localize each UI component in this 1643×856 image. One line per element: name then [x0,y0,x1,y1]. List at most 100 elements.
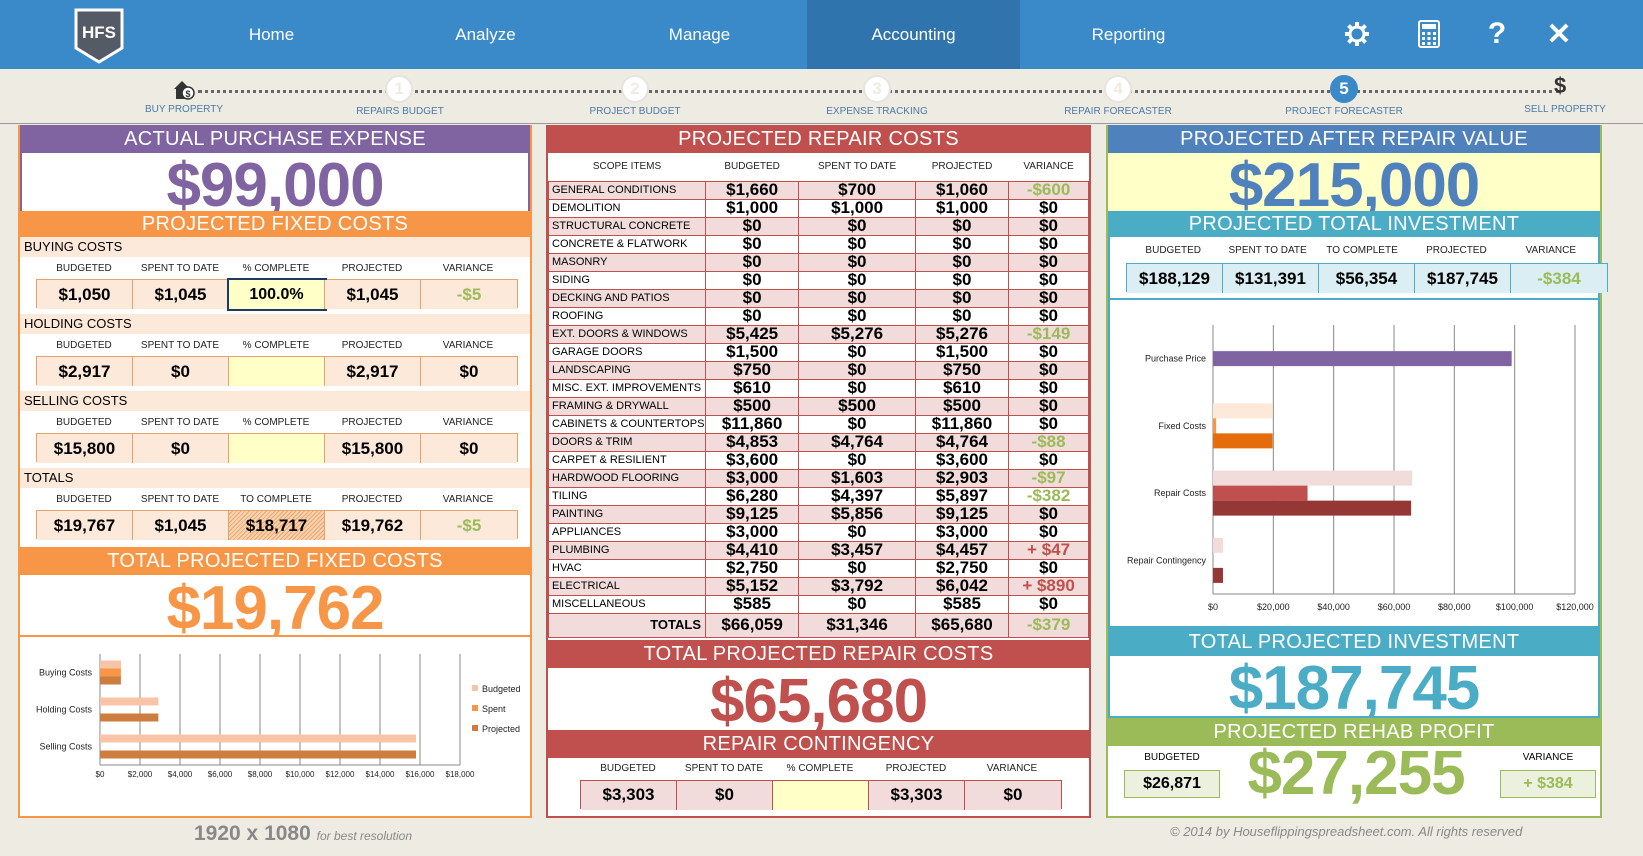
legend-label: Spent [482,704,506,714]
nav-analyze[interactable]: Analyze [379,0,592,69]
bar-budgeted [100,697,159,706]
value-budgeted: $2,917 [37,357,133,386]
cell-variance: -$382 [1008,486,1089,506]
cell-budgeted: $2,750 [704,558,800,578]
cell-projected: $4,457 [914,540,1010,560]
bar-projected [1213,433,1273,449]
contingency-spent: $0 [677,780,773,810]
column-head: SPENT TO DATE [140,262,220,274]
fixed-costs-header: PROJECTED FIXED COSTS [20,211,530,237]
cell-budgeted: $0 [704,216,800,236]
cell-variance: $0 [1008,378,1089,398]
column-head: PROJECTED [341,339,403,351]
section-column-heads: BUDGETED SPENT TO DATE % COMPLETE PROJECTED… [20,257,530,279]
step-label-repairs-budget[interactable]: REPAIRS BUDGET [356,106,444,117]
bar-spent [1213,418,1217,434]
investment-budgeted: $188,129 [1127,264,1223,293]
dollar-icon[interactable]: $ [1554,73,1566,99]
repair-row: MISC. EXT. IMPROVEMENTS $610 $0 $610 $0 [548,378,1089,398]
step-label-repair-forecaster[interactable]: REPAIR FORECASTER [1064,106,1172,117]
left-panel: ACTUAL PURCHASE EXPENSE $99,000 PROJECTE… [18,125,532,818]
repair-contingency-header: REPAIR CONTINGENCY [548,729,1089,758]
gear-icon[interactable] [1341,18,1373,50]
section-label: TOTALS [20,468,530,488]
percent-complete-input[interactable] [229,434,325,463]
house-dollar-icon[interactable]: $ [172,79,196,101]
step-label-sell-property[interactable]: SELL PROPERTY [1524,104,1606,115]
repair-row: FRAMING & DRYWALL $500 $500 $500 $0 [548,396,1089,416]
value-spent: $0 [133,357,229,386]
column-head: BUDGETED [56,339,112,351]
profit-budgeted-label: BUDGETED [1144,752,1200,763]
arv-header: PROJECTED AFTER REPAIR VALUE [1108,125,1600,153]
fixed-cost-sections: BUYING COSTS BUDGETED SPENT TO DATE % COMPL… [20,237,530,540]
nav-home[interactable]: Home [165,0,378,69]
section-values: $1,050 $1,045 100.0% $1,045 -$5 [36,278,518,311]
svg-text:HFS: HFS [82,23,116,42]
legend-swatch [472,705,478,711]
step-5-circle[interactable]: 5 [1330,75,1358,103]
percent-complete-input[interactable] [229,357,325,386]
step-label-expense-tracking[interactable]: EXPENSE TRACKING [826,106,928,117]
column-head: BUDGETED [56,493,112,505]
value-projected: $19,762 [325,511,421,540]
cell-projected: $5,897 [914,486,1010,506]
total-projected-investment-header: TOTAL PROJECTED INVESTMENT [1110,628,1598,656]
cell-projected: $2,903 [914,468,1010,488]
investment-head: VARIANCE [1525,244,1577,256]
repair-row: HARDWOOD FLOORING $3,000 $1,603 $2,903 -$97 [548,468,1089,488]
cell-scope-item: HARDWOOD FLOORING [548,468,706,488]
repair-row: DEMOLITION $1,000 $1,000 $1,000 $0 [548,198,1089,218]
total-projected: $65,680 [914,612,1010,638]
column-head: SPENT TO DATE [140,493,220,505]
cell-budgeted: $5,152 [704,576,800,596]
cell-budgeted: $4,853 [704,432,800,452]
cell-budgeted: $0 [704,306,800,326]
step-4-circle[interactable]: 4 [1104,75,1132,103]
section-values: $15,800 $0 $15,800 $0 [36,433,518,463]
cell-variance: + $47 [1008,540,1089,560]
step-1-circle[interactable]: 1 [385,75,413,103]
bar-budgeted [100,660,121,669]
arv-value[interactable]: $215,000 [1108,153,1600,211]
step-3-circle[interactable]: 3 [863,75,891,103]
fixed-costs-chart: $0 $2,000 $4,000 $6,000 $8,000 $10,000 $12,000… [36,654,521,779]
cell-budgeted: $9,125 [704,504,800,524]
cell-spent-to-date: $0 [798,288,916,308]
help-icon[interactable]: ? [1481,17,1513,50]
cell-spent-to-date: $700 [798,180,916,200]
step-label-project-budget[interactable]: PROJECT BUDGET [590,106,681,117]
calculator-icon[interactable] [1413,18,1445,50]
contingency-percent-complete-input[interactable] [773,780,869,810]
nav-accounting[interactable]: Accounting [807,0,1020,69]
step-label-buy-property[interactable]: BUY PROPERTY [145,104,223,115]
cell-scope-item: LANDSCAPING [548,360,706,380]
investment-head: SPENT TO DATE [1228,244,1307,256]
nav-reporting[interactable]: Reporting [1022,0,1235,69]
cell-projected: $1,500 [914,342,1010,362]
purchase-expense-header: ACTUAL PURCHASE EXPENSE [20,125,530,153]
percent-complete-input[interactable]: 100.0% [227,278,327,311]
cell-scope-item: CABINETS & COUNTERTOPS [548,414,706,434]
repair-row: LANDSCAPING $750 $0 $750 $0 [548,360,1089,380]
cell-scope-item: PAINTING [548,504,706,524]
cell-variance: $0 [1008,504,1089,524]
nav-manage[interactable]: Manage [593,0,806,69]
repair-row: APPLIANCES $3,000 $0 $3,000 $0 [548,522,1089,542]
section-column-heads: BUDGETED SPENT TO DATE % COMPLETE PROJECTED… [20,334,530,356]
repair-row: PAINTING $9,125 $5,856 $9,125 $0 [548,504,1089,524]
x-tick-label: $60,000 [1378,602,1411,612]
category-label: Repair Contingency [1127,555,1207,565]
bar-spent [1213,485,1308,501]
cell-spent-to-date: $1,000 [798,198,916,218]
contingency-values: $3,303 $0 $3,303 $0 [580,779,1062,810]
total-scope-item: TOTALS [548,612,706,638]
step-2-circle[interactable]: 2 [621,75,649,103]
cell-projected: $1,000 [914,198,1010,218]
hfs-logo[interactable]: HFS [74,8,124,64]
section-column-heads: BUDGETED SPENT TO DATE TO COMPLETE PROJECTE… [20,488,530,510]
step-label-project-forecaster[interactable]: PROJECT FORECASTER [1285,106,1403,117]
cell-budgeted: $500 [704,396,800,416]
close-icon[interactable]: ✕ [1543,18,1575,51]
cell-budgeted: $610 [704,378,800,398]
